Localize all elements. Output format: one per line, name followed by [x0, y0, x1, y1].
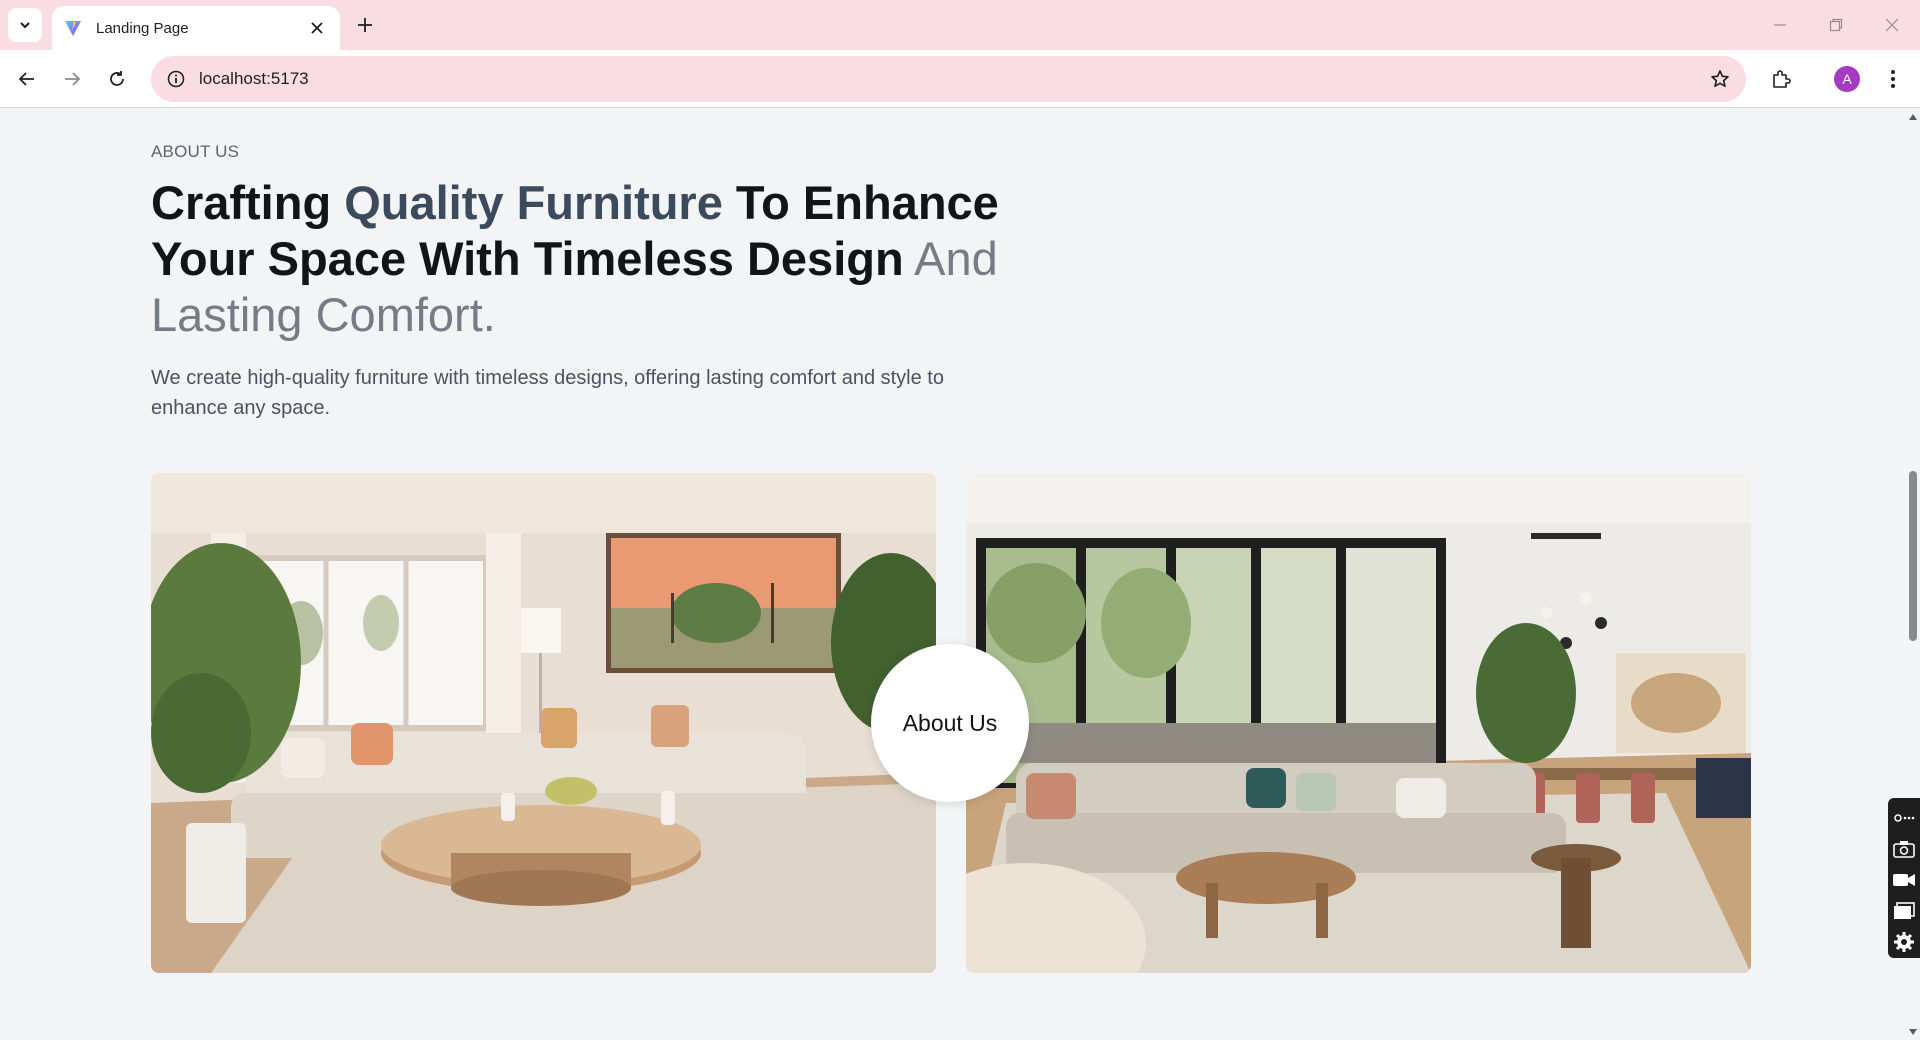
page-viewport: ABOUT US Crafting Quality Furniture To E… — [0, 109, 1920, 1040]
capture-tool-panel — [1888, 798, 1920, 958]
record-video-button[interactable] — [1890, 864, 1918, 895]
back-button[interactable] — [10, 62, 44, 96]
about-us-badge[interactable]: About Us — [871, 644, 1029, 802]
living-room-image-right — [966, 473, 1751, 973]
screenshot-button[interactable] — [1890, 833, 1918, 864]
minimize-icon — [1774, 24, 1786, 26]
gear-icon — [1894, 931, 1914, 952]
avatar: A — [1834, 66, 1860, 92]
arrow-left-icon — [18, 72, 34, 86]
puzzle-icon — [1773, 70, 1791, 88]
section-eyebrow: ABOUT US — [151, 142, 240, 161]
headline-highlight: Quality Furniture — [344, 176, 723, 229]
plus-icon — [358, 18, 372, 32]
profile-button[interactable]: A — [1830, 62, 1864, 96]
url-text[interactable]: localhost:5173 — [199, 69, 1710, 89]
browser-toolbar: localhost:5173 A — [0, 50, 1920, 108]
about-us-badge-label: About Us — [902, 709, 998, 736]
close-icon — [311, 22, 323, 34]
minimize-button[interactable] — [1752, 0, 1808, 50]
kebab-menu-icon — [1891, 70, 1895, 88]
camera-icon — [1893, 840, 1915, 858]
tab-search-button[interactable] — [8, 8, 42, 42]
window-capture-button[interactable] — [1890, 895, 1918, 926]
forward-button[interactable] — [55, 62, 89, 96]
scroll-up-arrow-icon[interactable] — [1908, 113, 1918, 121]
restore-button[interactable] — [1808, 0, 1864, 50]
new-tab-button[interactable] — [352, 12, 378, 38]
chevron-down-icon — [20, 22, 30, 29]
info-icon[interactable] — [167, 70, 185, 88]
video-camera-icon — [1893, 873, 1915, 886]
arrow-right-icon — [65, 72, 81, 86]
extensions-button[interactable] — [1764, 62, 1798, 96]
window-controls — [1752, 0, 1920, 50]
reload-icon — [110, 71, 124, 86]
settings-button[interactable] — [1890, 926, 1918, 957]
tool-options-button[interactable] — [1890, 802, 1918, 833]
restore-icon — [1829, 18, 1843, 32]
tab-title: Landing Page — [96, 19, 189, 37]
browser-menu-button[interactable] — [1876, 62, 1910, 96]
living-room-image-left — [151, 473, 936, 973]
star-icon[interactable] — [1710, 69, 1730, 89]
scroll-down-arrow-icon[interactable] — [1908, 1028, 1918, 1036]
about-description: We create high-quality furniture with ti… — [151, 367, 944, 419]
vite-logo-icon — [65, 21, 81, 36]
about-headline: Crafting Quality Furniture To Enhance Yo… — [151, 175, 1031, 343]
headline-part-1: Crafting — [151, 176, 345, 229]
close-tab-button[interactable] — [306, 17, 328, 39]
browser-tab[interactable]: Landing Page — [52, 6, 340, 50]
close-window-button[interactable] — [1864, 0, 1920, 50]
address-bar[interactable]: localhost:5173 — [151, 56, 1746, 102]
browser-tab-bar: Landing Page — [0, 0, 1920, 50]
pin-icon — [1894, 813, 1915, 822]
reload-button[interactable] — [100, 62, 134, 96]
scrollbar-thumb[interactable] — [1909, 471, 1917, 641]
window-icon — [1894, 901, 1915, 919]
close-icon — [1885, 18, 1899, 32]
